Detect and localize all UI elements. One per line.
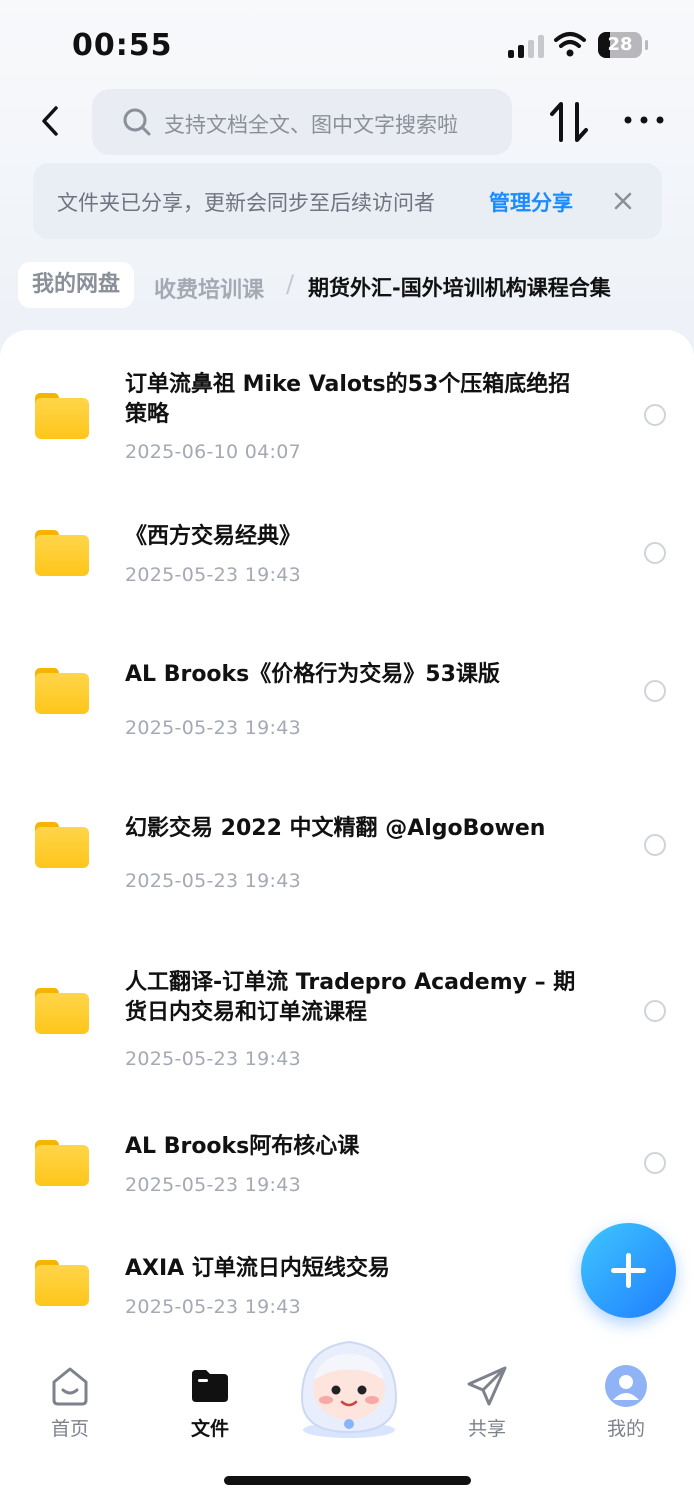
select-radio[interactable] xyxy=(644,834,666,856)
search-input[interactable]: 支持文档全文、图中文字搜索啦 xyxy=(92,89,512,155)
tab-share[interactable]: 共享 xyxy=(437,1364,537,1441)
manage-share-link[interactable]: 管理分享 xyxy=(489,187,573,217)
avatar xyxy=(605,1365,647,1407)
list-item[interactable]: 幻影交易 2022 中文精翻 @AlgoBowen 2025-05-23 19:… xyxy=(0,790,694,910)
status-time: 00:55 xyxy=(72,28,173,63)
select-radio[interactable] xyxy=(644,542,666,564)
breadcrumb-separator: / xyxy=(286,270,295,298)
file-date: 2025-05-23 19:43 xyxy=(125,1048,302,1070)
battery-percent: 28 xyxy=(607,34,633,55)
select-radio[interactable] xyxy=(644,680,666,702)
tab-mine[interactable]: 我的 xyxy=(576,1364,676,1441)
wifi-icon xyxy=(554,32,586,57)
close-icon[interactable] xyxy=(612,190,634,212)
folder-icon xyxy=(35,1260,89,1306)
folder-filled-icon xyxy=(192,1370,228,1402)
breadcrumb-item-root[interactable]: 我的网盘 xyxy=(18,262,135,308)
cellular-signal-icon xyxy=(508,34,544,58)
file-date: 2025-06-10 04:07 xyxy=(125,441,302,463)
folder-icon xyxy=(35,530,89,576)
share-banner-text: 文件夹已分享，更新会同步至后续访问者 xyxy=(57,191,435,215)
file-name: 人工翻译-订单流 Tradepro Academy – 期货日内交易和订单流课程 xyxy=(125,970,576,1025)
home-icon xyxy=(52,1367,88,1406)
tab-home[interactable]: 首页 xyxy=(20,1364,120,1441)
folder-icon xyxy=(35,822,89,868)
share-banner: 文件夹已分享，更新会同步至后续访问者 管理分享 xyxy=(33,163,662,239)
file-date: 2025-05-23 19:43 xyxy=(125,717,302,739)
file-date: 2025-05-23 19:43 xyxy=(125,870,302,892)
folder-icon xyxy=(35,393,89,439)
status-bar: 00:55 28 xyxy=(0,0,694,90)
list-item[interactable]: 人工翻译-订单流 Tradepro Academy – 期货日内交易和订单流课程… xyxy=(0,950,694,1090)
ai-assistant-mascot[interactable] xyxy=(286,1328,412,1440)
list-item[interactable]: AL Brooks阿布核心课 2025-05-23 19:43 xyxy=(0,1120,694,1220)
search-icon xyxy=(123,108,151,136)
tab-mine-label: 我的 xyxy=(606,1418,645,1440)
select-radio[interactable] xyxy=(644,1000,666,1022)
home-indicator xyxy=(224,1476,471,1485)
more-options-icon[interactable] xyxy=(622,110,666,130)
plus-icon-vertical xyxy=(626,1253,631,1288)
send-icon xyxy=(467,1366,507,1406)
file-list: 订单流鼻祖 Mike Valots的53个压箱底绝招策略 2025-06-10 … xyxy=(0,330,694,1340)
breadcrumb-item-current: 期货外汇-国外培训机构课程合集 xyxy=(308,276,611,300)
sort-icon[interactable] xyxy=(548,100,590,144)
list-item[interactable]: AL Brooks《价格行为交易》53课版 2025-05-23 19:43 xyxy=(0,630,694,750)
folder-icon xyxy=(35,988,89,1034)
file-date: 2025-05-23 19:43 xyxy=(125,1174,302,1196)
tab-home-label: 首页 xyxy=(50,1418,89,1440)
search-placeholder: 支持文档全文、图中文字搜索啦 xyxy=(164,113,458,137)
screen: 00:55 28 支持文档全文、图中文字搜索啦 文件夹已分享，更新会同步至后续访… xyxy=(0,0,694,1500)
add-button[interactable] xyxy=(581,1223,676,1318)
list-item[interactable]: 《西方交易经典》 2025-05-23 19:43 xyxy=(0,490,694,600)
file-name: AL Brooks阿布核心课 xyxy=(125,1134,360,1159)
file-date: 2025-05-23 19:43 xyxy=(125,564,302,586)
file-name: 幻影交易 2022 中文精翻 @AlgoBowen xyxy=(125,816,546,841)
list-item[interactable]: 订单流鼻祖 Mike Valots的53个压箱底绝招策略 2025-06-10 … xyxy=(0,330,694,470)
file-name: 《西方交易经典》 xyxy=(125,524,302,549)
tab-share-label: 共享 xyxy=(467,1418,506,1440)
folder-icon xyxy=(35,1140,89,1186)
select-radio[interactable] xyxy=(644,404,666,426)
breadcrumb: 收费培训课 我的网盘 / 期货外汇-国外培训机构课程合集 xyxy=(0,258,694,314)
battery-icon: 28 xyxy=(598,32,648,58)
folder-icon xyxy=(35,668,89,714)
file-name: AL Brooks《价格行为交易》53课版 xyxy=(125,662,500,687)
select-radio[interactable] xyxy=(644,1152,666,1174)
file-name: AXIA 订单流日内短线交易 xyxy=(125,1256,390,1281)
file-name: 订单流鼻祖 Mike Valots的53个压箱底绝招策略 xyxy=(125,372,571,427)
file-date: 2025-05-23 19:43 xyxy=(125,1296,302,1318)
tab-files-label: 文件 xyxy=(190,1418,229,1440)
back-arrow-icon[interactable] xyxy=(32,100,72,142)
breadcrumb-item-middle[interactable]: 收费培训课 xyxy=(154,272,264,304)
tab-files[interactable]: 文件 xyxy=(160,1364,260,1441)
